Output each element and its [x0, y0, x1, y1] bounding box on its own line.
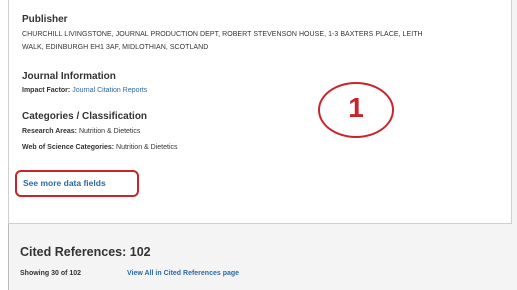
showing-count: Showing 30 of 102 [20, 270, 82, 277]
wos-categories-row: Web of Science Categories: Nutrition & D… [22, 144, 178, 151]
cited-references-title: Cited References: 102 [20, 245, 151, 259]
research-areas-value: Nutrition & Dietetics [78, 128, 141, 135]
impact-factor-row: Impact Factor: Journal Citation Reports [22, 87, 147, 94]
journal-citation-reports-link[interactable]: Journal Citation Reports [72, 87, 147, 94]
see-more-data-fields-link[interactable]: See more data fields [23, 178, 106, 188]
wos-categories-label: Web of Science Categories: [22, 144, 115, 151]
categories-heading: Categories / Classification [22, 111, 148, 122]
annotation-circle: 1 [318, 82, 394, 138]
impact-factor-label: Impact Factor: [22, 87, 71, 94]
view-all-cited-references-link[interactable]: View All in Cited References page [127, 270, 239, 277]
see-more-highlight: See more data fields [15, 170, 139, 197]
publisher-heading: Publisher [22, 14, 68, 25]
research-areas-row: Research Areas: Nutrition & Dietetics [22, 128, 140, 135]
publisher-address-line-2: WALK, EDINBURGH EH1 3AF, MIDLOTHIAN, SCO… [22, 44, 209, 51]
annotation-number: 1 [348, 92, 364, 123]
wos-categories-value: Nutrition & Dietetics [116, 144, 178, 151]
journal-information-heading: Journal Information [22, 71, 116, 82]
research-areas-label: Research Areas: [22, 128, 77, 135]
publisher-address-line-1: CHURCHILL LIVINGSTONE, JOURNAL PRODUCTIO… [22, 31, 423, 38]
